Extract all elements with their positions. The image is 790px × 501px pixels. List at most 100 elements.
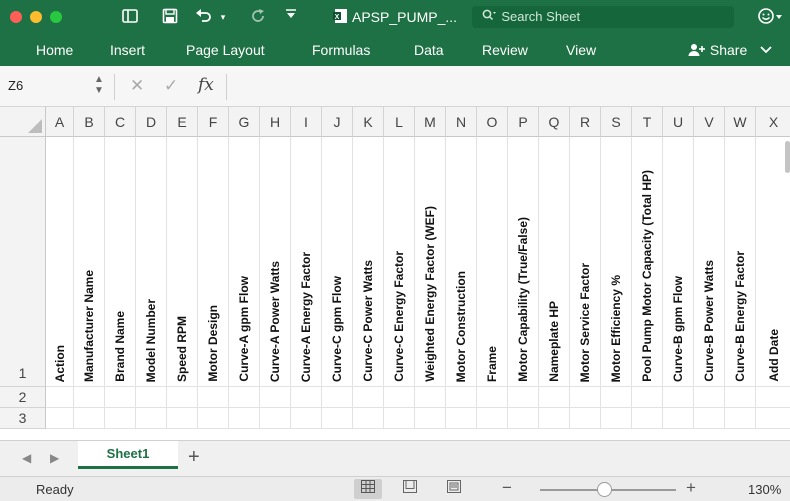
column-header-x[interactable]: X: [756, 107, 790, 137]
cell-x2[interactable]: [756, 387, 790, 408]
cell-s2[interactable]: [601, 387, 632, 408]
cell-f2[interactable]: [198, 387, 229, 408]
cell-k1[interactable]: Curve-C Power Watts: [353, 137, 384, 387]
tab-data[interactable]: Data: [414, 42, 444, 58]
column-header-v[interactable]: V: [694, 107, 725, 137]
undo-icon[interactable]: [192, 7, 216, 27]
name-box-stepper-icon[interactable]: ▲ ▼: [94, 74, 104, 96]
cell-u1[interactable]: Curve-B gpm Flow: [663, 137, 694, 387]
cell-b2[interactable]: [74, 387, 105, 408]
cell-h2[interactable]: [260, 387, 291, 408]
name-box[interactable]: Z6: [8, 78, 23, 93]
cell-c1[interactable]: Brand Name: [105, 137, 136, 387]
cell-v2[interactable]: [694, 387, 725, 408]
cell-j2[interactable]: [322, 387, 353, 408]
cell-c2[interactable]: [105, 387, 136, 408]
zoom-out-button[interactable]: −: [502, 478, 512, 498]
cell-p1[interactable]: Motor Capability (True/False): [508, 137, 539, 387]
cell-i1[interactable]: Curve-A Energy Factor: [291, 137, 322, 387]
tab-formulas[interactable]: Formulas: [312, 42, 370, 58]
column-header-d[interactable]: D: [136, 107, 167, 137]
save-icon[interactable]: [160, 7, 180, 27]
insert-function-icon[interactable]: fx: [198, 75, 214, 95]
column-header-e[interactable]: E: [167, 107, 198, 137]
column-header-q[interactable]: Q: [539, 107, 570, 137]
row-header-3[interactable]: 3: [0, 408, 46, 429]
cell-k2[interactable]: [353, 387, 384, 408]
column-header-b[interactable]: B: [74, 107, 105, 137]
add-sheet-button[interactable]: +: [188, 446, 200, 469]
column-header-a[interactable]: A: [46, 107, 74, 137]
cell-e2[interactable]: [167, 387, 198, 408]
smiley-feedback-icon[interactable]: [756, 7, 784, 27]
cell-t1[interactable]: Pool Pump Motor Capacity (Total HP): [632, 137, 663, 387]
column-header-h[interactable]: H: [260, 107, 291, 137]
cell-v3[interactable]: [694, 408, 725, 429]
cell-f3[interactable]: [198, 408, 229, 429]
cell-t3[interactable]: [632, 408, 663, 429]
sheet-tab-sheet1[interactable]: Sheet1: [78, 441, 178, 469]
zoom-slider-thumb[interactable]: [596, 482, 612, 497]
cell-k3[interactable]: [353, 408, 384, 429]
cell-o1[interactable]: Frame: [477, 137, 508, 387]
column-header-c[interactable]: C: [105, 107, 136, 137]
minimize-window-button[interactable]: [30, 11, 42, 23]
row-header-1[interactable]: 1: [0, 137, 46, 387]
sidebar-toggle-icon[interactable]: [120, 7, 140, 27]
column-header-t[interactable]: T: [632, 107, 663, 137]
cell-s3[interactable]: [601, 408, 632, 429]
column-header-w[interactable]: W: [725, 107, 756, 137]
cell-p3[interactable]: [508, 408, 539, 429]
cell-a1[interactable]: Action: [46, 137, 74, 387]
cell-i3[interactable]: [291, 408, 322, 429]
column-header-u[interactable]: U: [663, 107, 694, 137]
cell-m2[interactable]: [415, 387, 446, 408]
cell-a3[interactable]: [46, 408, 74, 429]
cell-q3[interactable]: [539, 408, 570, 429]
cell-t2[interactable]: [632, 387, 663, 408]
select-all-corner[interactable]: [0, 107, 46, 137]
cell-d1[interactable]: Model Number: [136, 137, 167, 387]
column-header-n[interactable]: N: [446, 107, 477, 137]
cell-x3[interactable]: [756, 408, 790, 429]
chevron-down-icon[interactable]: [751, 42, 773, 58]
cell-q1[interactable]: Nameplate HP: [539, 137, 570, 387]
cell-q2[interactable]: [539, 387, 570, 408]
share-button[interactable]: Share: [688, 42, 773, 58]
cell-f1[interactable]: Motor Design: [198, 137, 229, 387]
cell-j1[interactable]: Curve-C gpm Flow: [322, 137, 353, 387]
zoom-window-button[interactable]: [50, 11, 62, 23]
search-sheet-input[interactable]: Search Sheet: [472, 6, 734, 28]
row-header-2[interactable]: 2: [0, 387, 46, 408]
previous-sheet-icon[interactable]: ◀: [22, 451, 31, 465]
column-header-p[interactable]: P: [508, 107, 539, 137]
page-break-view-icon[interactable]: [440, 479, 468, 499]
column-header-i[interactable]: I: [291, 107, 322, 137]
cell-g2[interactable]: [229, 387, 260, 408]
cancel-icon[interactable]: ✕: [130, 76, 144, 96]
customize-toolbar-icon[interactable]: [284, 7, 298, 27]
cell-r2[interactable]: [570, 387, 601, 408]
column-header-g[interactable]: G: [229, 107, 260, 137]
cell-o3[interactable]: [477, 408, 508, 429]
cell-l1[interactable]: Curve-C Energy Factor: [384, 137, 415, 387]
cell-m3[interactable]: [415, 408, 446, 429]
column-header-m[interactable]: M: [415, 107, 446, 137]
cell-l3[interactable]: [384, 408, 415, 429]
zoom-in-button[interactable]: +: [686, 478, 696, 498]
cell-o2[interactable]: [477, 387, 508, 408]
cell-w2[interactable]: [725, 387, 756, 408]
column-header-s[interactable]: S: [601, 107, 632, 137]
next-sheet-icon[interactable]: ▶: [50, 451, 59, 465]
cell-n3[interactable]: [446, 408, 477, 429]
cell-u2[interactable]: [663, 387, 694, 408]
cell-n1[interactable]: Motor Construction: [446, 137, 477, 387]
cell-b1[interactable]: Manufacturer Name: [74, 137, 105, 387]
cell-a2[interactable]: [46, 387, 74, 408]
undo-dropdown-icon[interactable]: ▾: [218, 7, 228, 27]
tab-home[interactable]: Home: [36, 42, 73, 58]
cell-v1[interactable]: Curve-B Power Watts: [694, 137, 725, 387]
tab-page-layout[interactable]: Page Layout: [186, 42, 265, 58]
formula-input[interactable]: [232, 74, 788, 100]
redo-icon[interactable]: [248, 7, 268, 27]
